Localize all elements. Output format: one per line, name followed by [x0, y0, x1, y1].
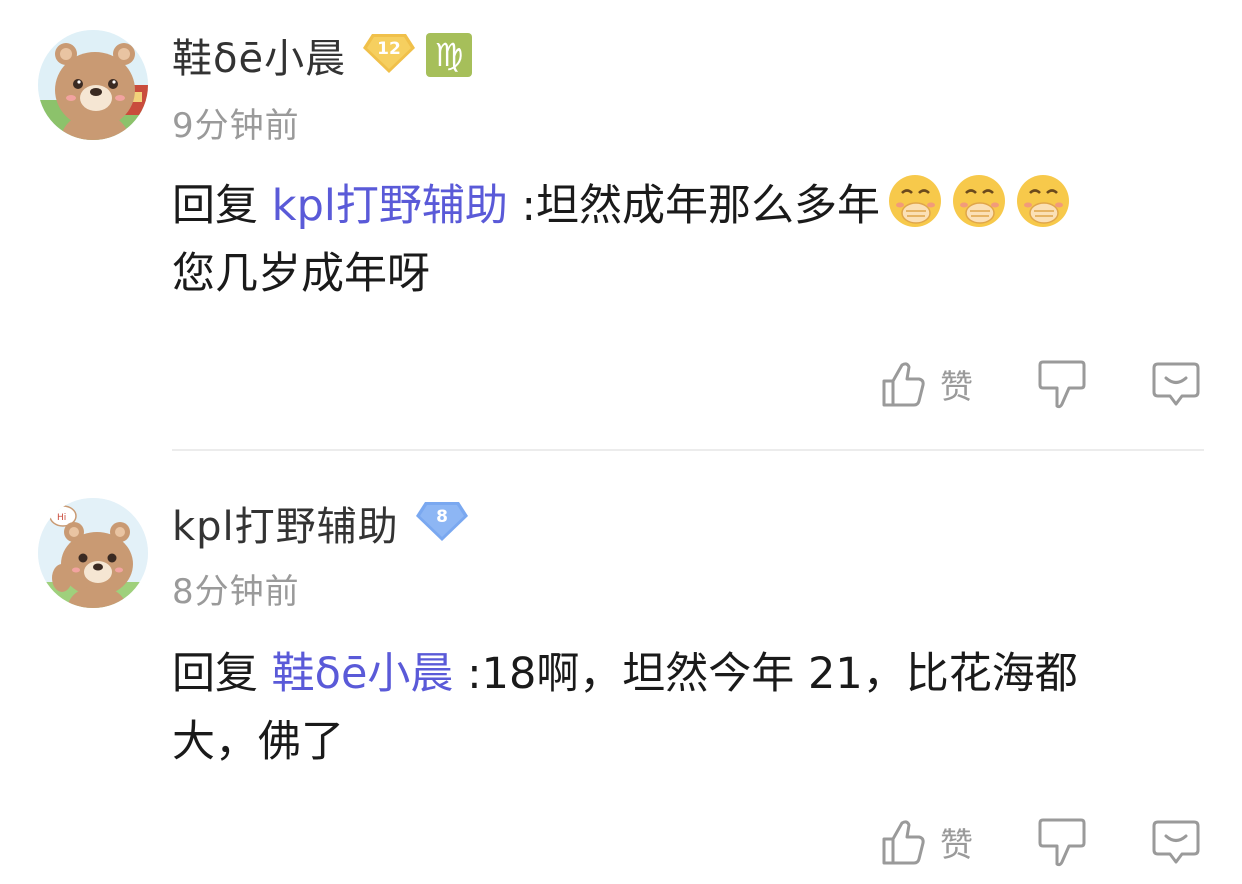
username-row: 鞋δē小晨 12 ♍ [172, 30, 473, 82]
comment-body-line1: :18啊，坦然今年 21，比花海都 [467, 649, 1078, 699]
reply-bubble-icon [1152, 362, 1200, 406]
mention-link[interactable]: kpl打野辅助 [272, 181, 508, 231]
timestamp: 9分钟前 [172, 106, 300, 146]
dislike-button[interactable] [1038, 356, 1086, 412]
like-button[interactable]: 赞 [880, 814, 973, 870]
comment-text: 回复 kpl打野辅助 :坦然成年那么多年 您几岁成年呀 [172, 172, 1172, 308]
like-label: 赞 [940, 367, 973, 406]
level-badge-icon: 12 [362, 32, 416, 78]
bear-avatar-hi-icon: Hi [38, 498, 148, 608]
level-badge-icon: 8 [415, 500, 469, 546]
comment-text: 回复 鞋δē小晨 :18啊，坦然今年 21，比花海都 大，佛了 [172, 640, 1172, 776]
timestamp: 8分钟前 [172, 572, 300, 612]
thumbs-down-icon [1038, 360, 1086, 409]
like-button[interactable]: 赞 [880, 356, 973, 412]
reply-button[interactable] [1152, 814, 1200, 870]
comment-body-line2: 您几岁成年呀 [172, 249, 430, 299]
dislike-button[interactable] [1038, 814, 1086, 870]
bear-avatar-icon [38, 30, 148, 140]
cover-mouth-emoji-icon [1014, 172, 1072, 230]
comment-body-line1: :坦然成年那么多年 [521, 181, 881, 231]
avatar[interactable]: Hi [38, 498, 148, 608]
avatar[interactable] [38, 30, 148, 140]
reply-bubble-icon [1152, 820, 1200, 864]
reply-prefix: 回复 [172, 181, 258, 231]
thumbs-up-icon [882, 820, 925, 865]
comment-item: 鞋δē小晨 12 ♍ 9分钟前 回复 kpl打野辅助 :坦然成年那么多年 您几岁… [0, 0, 1242, 450]
cover-mouth-emoji-icon [950, 172, 1008, 230]
username[interactable]: 鞋δē小晨 [172, 26, 346, 84]
mention-link[interactable]: 鞋δē小晨 [272, 649, 454, 699]
svg-text:Hi: Hi [57, 513, 66, 523]
username-row: kpl打野辅助 8 [172, 498, 469, 550]
reply-prefix: 回复 [172, 649, 258, 699]
cover-mouth-emoji-icon [886, 172, 944, 230]
comment-item: Hi kpl打野辅助 8 8分钟前 回复 鞋δē小晨:18啊，坦然今年 21，… [0, 450, 1242, 884]
action-bar: 赞 [870, 356, 1210, 412]
comment-body-line2: 大，佛了 [172, 717, 344, 767]
action-bar: 赞 [870, 814, 1210, 870]
virgo-zodiac-icon: ♍ [426, 33, 473, 77]
thumbs-down-icon [1038, 818, 1086, 867]
reply-button[interactable] [1152, 356, 1200, 412]
like-label: 赞 [940, 825, 973, 864]
username[interactable]: kpl打野辅助 [172, 494, 399, 552]
thumbs-up-icon [882, 362, 925, 407]
level-number: 8 [436, 507, 448, 527]
level-number: 12 [377, 39, 401, 59]
